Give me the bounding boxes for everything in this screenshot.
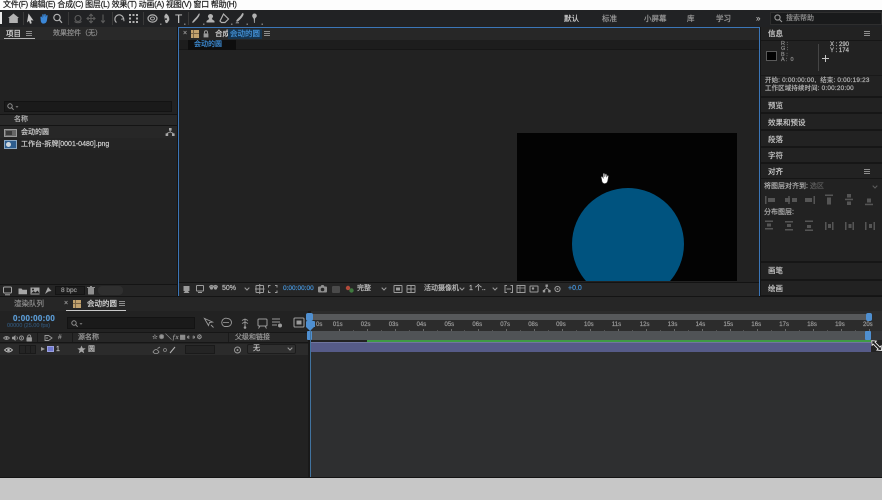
svg-text:T: T <box>175 12 183 26</box>
